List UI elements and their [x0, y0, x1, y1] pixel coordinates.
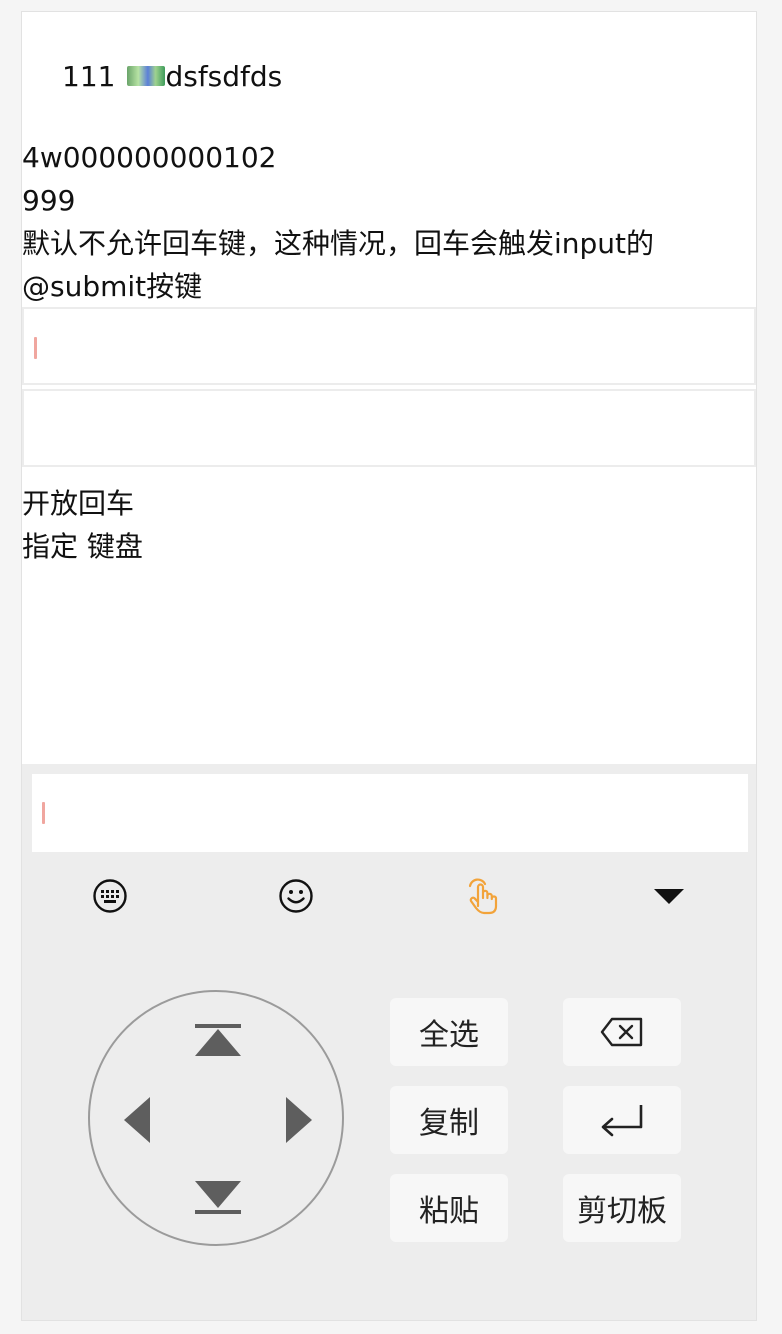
keyboard-input[interactable]: [32, 774, 748, 852]
select-all-button[interactable]: 全选: [390, 998, 508, 1066]
thumbnail-image: [127, 66, 166, 86]
enter-button[interactable]: [563, 1086, 681, 1154]
title-prefix: 111: [62, 59, 116, 93]
text-caret: [42, 802, 45, 824]
title-line: 111 dsfsdfds: [62, 58, 282, 94]
enter-icon: [601, 1105, 643, 1137]
paste-button[interactable]: 粘贴: [390, 1174, 508, 1242]
enable-enter-label: 开放回车: [22, 487, 135, 520]
first-input[interactable]: [22, 307, 756, 385]
app-frame: 111 dsfsdfds 4w000000000102 999 默认不允许回车键…: [21, 11, 757, 1321]
backspace-icon: [600, 1017, 643, 1047]
text-line: 默认不允许回车键，这种情况，回车会触发input的: [22, 227, 655, 260]
clipboard-button[interactable]: 剪切板: [563, 1174, 681, 1242]
move-left-icon[interactable]: [122, 1096, 152, 1148]
custom-keyboard: 全选 复制 粘贴 剪切板: [22, 764, 756, 1320]
collapse-triangle-icon[interactable]: [649, 876, 689, 916]
keyboard-icon[interactable]: [90, 876, 130, 916]
backspace-button[interactable]: [563, 998, 681, 1066]
text-line: @submit按键: [22, 270, 203, 303]
emoji-icon[interactable]: [276, 876, 316, 916]
content-text: 4w000000000102 999 默认不允许回车键，这种情况，回车会触发in…: [22, 136, 756, 308]
option-text: 开放回车 指定 键盘: [22, 482, 143, 568]
text-line: 999: [22, 184, 76, 217]
specify-keyboard-label: 指定 键盘: [22, 530, 143, 563]
copy-button[interactable]: 复制: [390, 1086, 508, 1154]
second-input[interactable]: [22, 389, 756, 467]
title-suffix: dsfsdfds: [165, 59, 283, 93]
move-right-icon[interactable]: [284, 1096, 314, 1148]
text-caret: [34, 337, 37, 359]
move-top-icon[interactable]: [194, 1024, 242, 1062]
move-bottom-icon[interactable]: [194, 1180, 242, 1218]
direction-pad: [88, 990, 344, 1246]
text-line: 4w000000000102: [22, 141, 277, 174]
touch-icon[interactable]: [462, 876, 502, 916]
keyboard-toolbar: [22, 876, 756, 926]
